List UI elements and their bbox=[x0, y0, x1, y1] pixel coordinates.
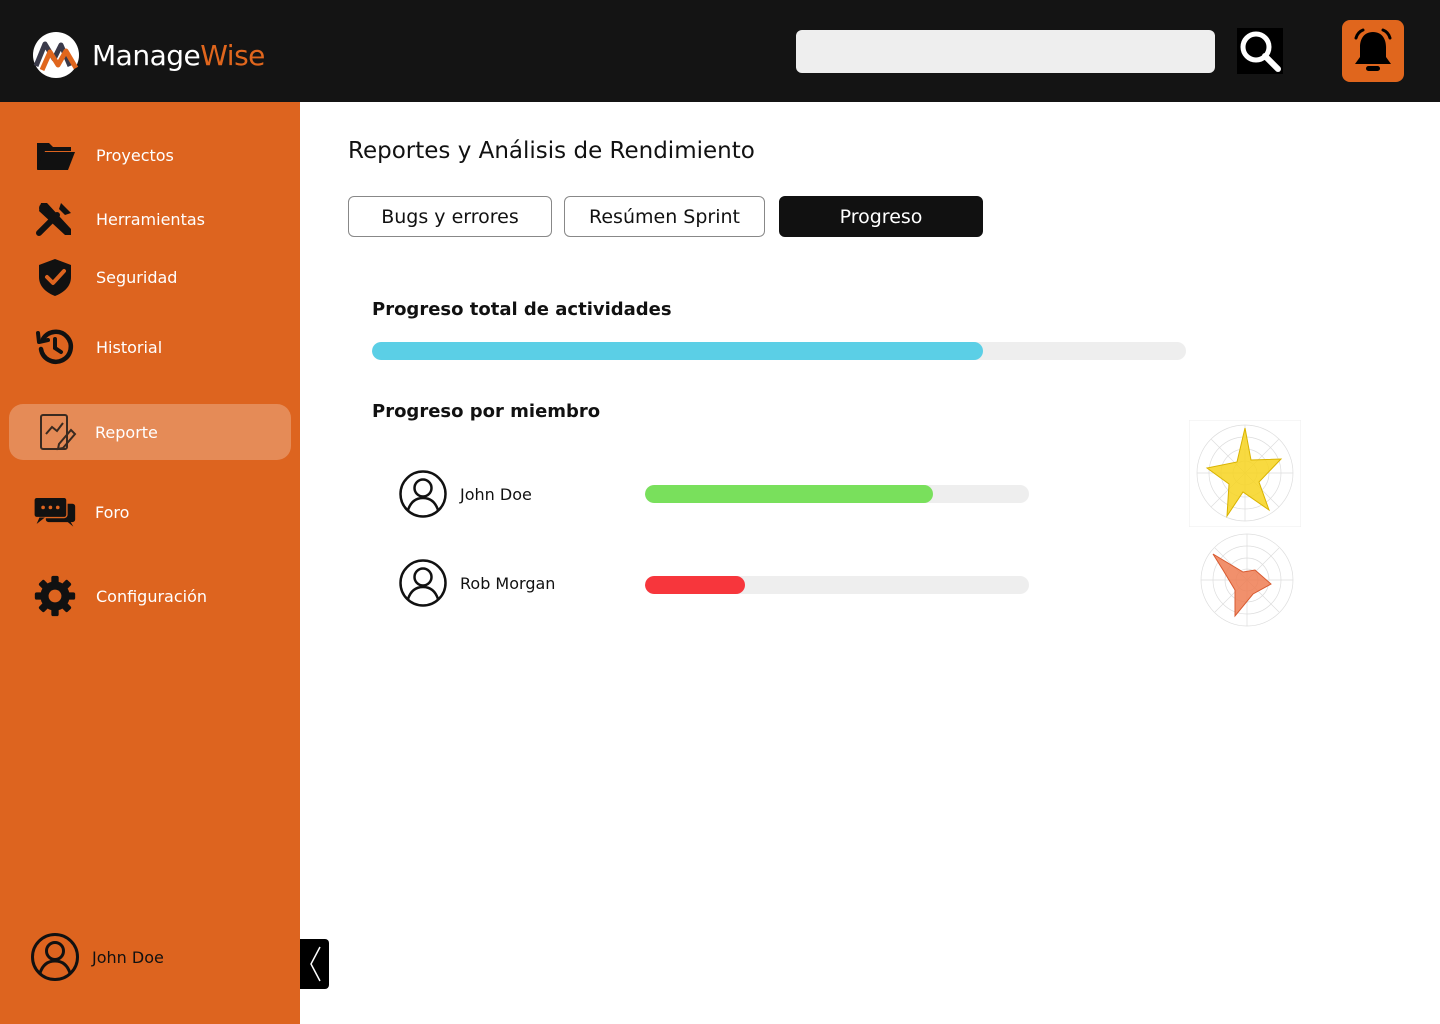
folder-icon bbox=[33, 133, 77, 177]
member-name: John Doe bbox=[460, 484, 532, 504]
sidebar-item-seguridad[interactable]: Seguridad bbox=[9, 249, 291, 305]
sidebar-item-herramientas[interactable]: Herramientas bbox=[9, 191, 291, 247]
bell-icon bbox=[1354, 28, 1392, 71]
logo[interactable]: ManageWise bbox=[28, 32, 265, 78]
user-profile[interactable]: John Doe bbox=[30, 932, 164, 982]
chevron-left-icon bbox=[309, 946, 321, 982]
sidebar-item-label: Seguridad bbox=[96, 267, 178, 287]
user-name: John Doe bbox=[92, 947, 164, 967]
avatar-icon bbox=[399, 470, 447, 518]
members-progress-title: Progreso por miembro bbox=[372, 401, 601, 422]
avatar-icon bbox=[399, 559, 447, 607]
logo-text-manage: Manage bbox=[92, 38, 201, 72]
tab-resumen-sprint[interactable]: Resúmen Sprint bbox=[564, 196, 765, 237]
sidebar-item-historial[interactable]: Historial bbox=[9, 319, 291, 375]
chat-icon bbox=[33, 490, 77, 534]
top-bar: ManageWise bbox=[0, 0, 1440, 102]
notifications-button[interactable] bbox=[1342, 20, 1404, 82]
radar-chart-rob-morgan bbox=[1200, 533, 1294, 627]
search-input[interactable] bbox=[796, 30, 1215, 73]
sidebar: Proyectos Herramientas Seguridad Histori… bbox=[0, 102, 300, 1024]
member-progress-bar bbox=[645, 485, 1029, 503]
member-name: Rob Morgan bbox=[460, 573, 556, 593]
sidebar-item-foro[interactable]: Foro bbox=[9, 484, 291, 540]
tools-icon bbox=[33, 197, 77, 241]
report-icon bbox=[35, 410, 79, 454]
sidebar-item-label: Proyectos bbox=[96, 145, 174, 165]
tab-bugs-errores[interactable]: Bugs y errores bbox=[348, 196, 552, 237]
sidebar-item-configuracion[interactable]: Configuración bbox=[9, 568, 291, 624]
member-row: John Doe bbox=[398, 469, 532, 519]
radar-chart-john-doe bbox=[1189, 420, 1301, 527]
shield-icon bbox=[33, 255, 77, 299]
sidebar-item-label: Configuración bbox=[96, 586, 208, 606]
member-progress-bar bbox=[645, 576, 1029, 594]
total-progress-title: Progreso total de actividades bbox=[372, 299, 672, 320]
total-progress-bar bbox=[372, 342, 1186, 360]
gear-icon bbox=[33, 574, 77, 618]
sidebar-item-label: Historial bbox=[96, 337, 163, 357]
radar-shape bbox=[1212, 553, 1272, 618]
sidebar-item-label: Foro bbox=[95, 502, 130, 522]
tab-progreso[interactable]: Progreso bbox=[779, 196, 983, 237]
logo-text: ManageWise bbox=[92, 39, 265, 72]
history-icon bbox=[33, 325, 77, 369]
collapse-sidebar-button[interactable] bbox=[300, 939, 329, 989]
sidebar-item-reporte[interactable]: Reporte bbox=[9, 404, 291, 460]
member-progress-fill bbox=[645, 576, 745, 594]
total-progress-fill bbox=[372, 342, 983, 360]
sidebar-item-proyectos[interactable]: Proyectos bbox=[9, 127, 291, 183]
search-icon bbox=[1240, 31, 1281, 72]
sidebar-item-label: Reporte bbox=[95, 422, 158, 442]
member-progress-fill bbox=[645, 485, 933, 503]
sidebar-item-label: Herramientas bbox=[96, 209, 205, 229]
search-button[interactable] bbox=[1237, 28, 1283, 74]
page-title: Reportes y Análisis de Rendimiento bbox=[348, 138, 755, 164]
logo-mark-icon bbox=[33, 32, 79, 78]
logo-text-wise: Wise bbox=[200, 38, 265, 72]
avatar-icon bbox=[31, 933, 79, 981]
member-row: Rob Morgan bbox=[398, 558, 555, 608]
